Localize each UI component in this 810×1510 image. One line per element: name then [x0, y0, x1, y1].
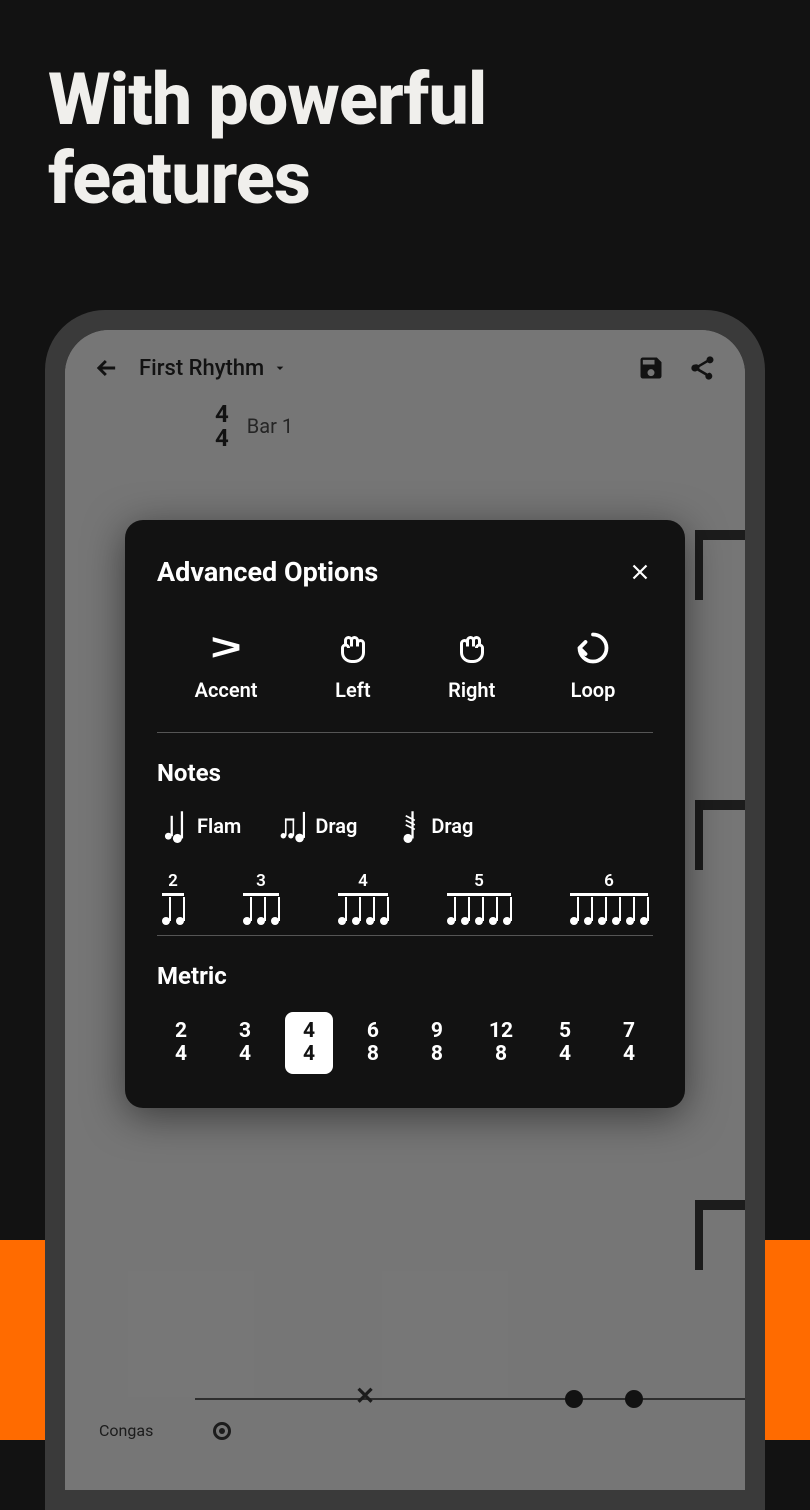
notes-section-title: Notes: [157, 759, 653, 787]
bg-notation-2: [695, 800, 745, 860]
metric-bottom: 8: [367, 1043, 379, 1066]
metric-bottom: 8: [431, 1043, 443, 1066]
tuplet-number: 5: [474, 871, 484, 891]
close-icon[interactable]: [627, 559, 653, 585]
metric-top: 6: [367, 1020, 379, 1043]
bg-notation-3: [695, 1200, 745, 1260]
staff-note-x[interactable]: ✕: [355, 1382, 375, 1410]
option-left[interactable]: Left: [333, 628, 373, 702]
metric-6-8[interactable]: 68: [349, 1012, 397, 1074]
bar-label: Bar 1: [247, 414, 293, 438]
option-right-label: Right: [448, 678, 495, 702]
hand-left-icon: [333, 628, 373, 668]
phone-screen: First Rhythm 4 4 Bar 1 ✕ Congas Advance: [65, 330, 745, 1490]
metric-bottom: 4: [559, 1043, 571, 1066]
metric-bottom: 8: [495, 1043, 507, 1066]
note-flam-label: Flam: [197, 814, 241, 838]
tuplet-beam-icon: [240, 893, 282, 925]
note-drag-1[interactable]: Drag: [279, 809, 357, 843]
note-drag-1-label: Drag: [315, 814, 357, 838]
option-right[interactable]: Right: [448, 628, 495, 702]
metric-row: 24344468981285474: [157, 1012, 653, 1074]
metric-top: 5: [559, 1020, 571, 1043]
tuplet-2[interactable]: 2: [159, 871, 187, 925]
metric-2-4[interactable]: 24: [157, 1012, 205, 1074]
time-sig-top: 4: [215, 402, 229, 426]
flam-icon: [161, 809, 187, 843]
app-header: First Rhythm: [65, 330, 745, 396]
metric-4-4[interactable]: 44: [285, 1012, 333, 1074]
accent-icon: >: [206, 628, 246, 668]
metric-3-4[interactable]: 34: [221, 1012, 269, 1074]
tuplet-6[interactable]: 6: [567, 871, 651, 925]
metric-bottom: 4: [239, 1043, 251, 1066]
staff-line: [195, 1398, 745, 1400]
tuplet-number: 4: [358, 871, 368, 891]
tuplet-row: 2 3 4 5 6: [157, 871, 653, 925]
note-drag-2-label: Drag: [431, 814, 473, 838]
option-loop-label: Loop: [571, 678, 616, 702]
metric-7-4[interactable]: 74: [605, 1012, 653, 1074]
note-flam[interactable]: Flam: [161, 809, 241, 843]
metric-top: 12: [489, 1020, 513, 1043]
tuplet-number: 2: [168, 871, 178, 891]
rhythm-title-text: First Rhythm: [139, 356, 264, 381]
divider-1: [157, 732, 653, 733]
metric-section-title: Metric: [157, 962, 653, 990]
divider-2: [157, 935, 653, 936]
metric-top: 7: [623, 1020, 635, 1043]
note-drag-2[interactable]: Drag: [395, 809, 473, 843]
tuplet-number: 3: [256, 871, 266, 891]
share-icon[interactable]: [689, 354, 717, 382]
time-signature[interactable]: 4 4: [215, 402, 229, 450]
metric-top: 2: [175, 1020, 187, 1043]
metric-12-8[interactable]: 128: [477, 1012, 525, 1074]
bg-notation-1: [695, 530, 745, 590]
tuplet-beam-icon: [335, 893, 391, 925]
marketing-headline: With powerful features: [0, 0, 810, 218]
metric-bottom: 4: [303, 1043, 315, 1066]
metric-top: 4: [303, 1020, 315, 1043]
chevron-down-icon: [272, 360, 288, 376]
metric-5-4[interactable]: 54: [541, 1012, 589, 1074]
time-sig-bottom: 4: [215, 426, 229, 450]
tuplet-5[interactable]: 5: [444, 871, 514, 925]
metric-bottom: 4: [175, 1043, 187, 1066]
staff-note-dot-1[interactable]: [565, 1390, 583, 1408]
back-arrow-icon[interactable]: [93, 354, 121, 382]
tuplet-4[interactable]: 4: [335, 871, 391, 925]
metric-top: 9: [431, 1020, 443, 1043]
modal-title: Advanced Options: [157, 556, 378, 588]
metric-9-8[interactable]: 98: [413, 1012, 461, 1074]
staff-note-dot-2[interactable]: [625, 1390, 643, 1408]
loop-icon: [573, 628, 613, 668]
option-accent-label: Accent: [195, 678, 258, 702]
tuplet-3[interactable]: 3: [240, 871, 282, 925]
drag-icon: [279, 809, 305, 843]
tuplet-beam-icon: [159, 893, 187, 925]
save-icon[interactable]: [637, 354, 665, 382]
time-signature-row: 4 4 Bar 1: [65, 396, 745, 450]
tuplet-beam-icon: [567, 893, 651, 925]
metric-bottom: 4: [623, 1043, 635, 1066]
option-accent[interactable]: > Accent: [195, 628, 258, 702]
option-loop[interactable]: Loop: [571, 628, 616, 702]
option-left-label: Left: [335, 678, 370, 702]
rhythm-title-dropdown[interactable]: First Rhythm: [139, 356, 619, 381]
instrument-label: Congas: [99, 1421, 153, 1440]
tuplet-beam-icon: [444, 893, 514, 925]
repeat-marker[interactable]: [213, 1422, 231, 1440]
drag2-icon: [395, 809, 421, 843]
advanced-options-modal: Advanced Options > Accent Left: [125, 520, 685, 1108]
tuplet-number: 6: [604, 871, 614, 891]
hand-right-icon: [452, 628, 492, 668]
metric-top: 3: [239, 1020, 251, 1043]
phone-frame: First Rhythm 4 4 Bar 1 ✕ Congas Advance: [45, 310, 765, 1510]
